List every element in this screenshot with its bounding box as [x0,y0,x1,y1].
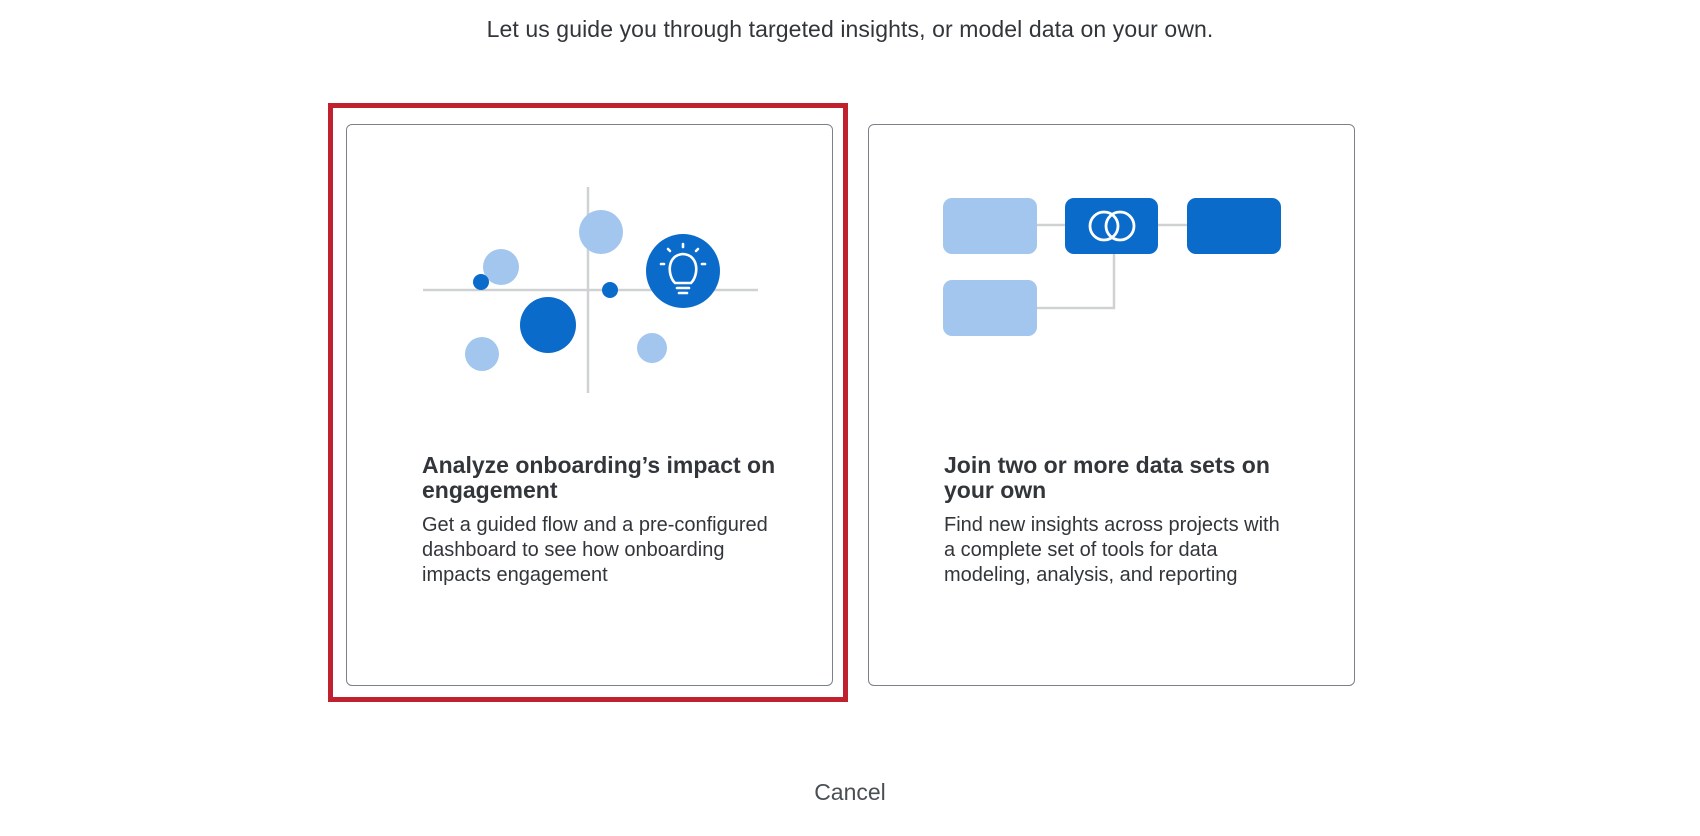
card-description: Get a guided flow and a pre-configured d… [422,514,768,586]
dialog-subtitle: Let us guide you through targeted insigh… [486,16,1214,42]
project-type-dialog: Let us guide you through targeted insigh… [0,0,1700,836]
scatter-insight-lightbulb-icon [423,187,758,393]
data-join-flow-icon [943,198,1281,336]
card-description: Find new insights across projects with a… [944,514,1280,586]
card-title: Join two or more data sets on your own [944,452,1270,503]
option-card-join-datasets[interactable]: Join two or more data sets on your own F… [868,124,1355,686]
cancel-button[interactable]: Cancel [814,779,886,805]
option-card-guided-analysis[interactable]: Analyze onboarding’s impact on engagemen… [346,124,833,686]
cancel-row: Cancel [0,779,1700,806]
card-title: Analyze onboarding’s impact on engagemen… [422,452,776,503]
